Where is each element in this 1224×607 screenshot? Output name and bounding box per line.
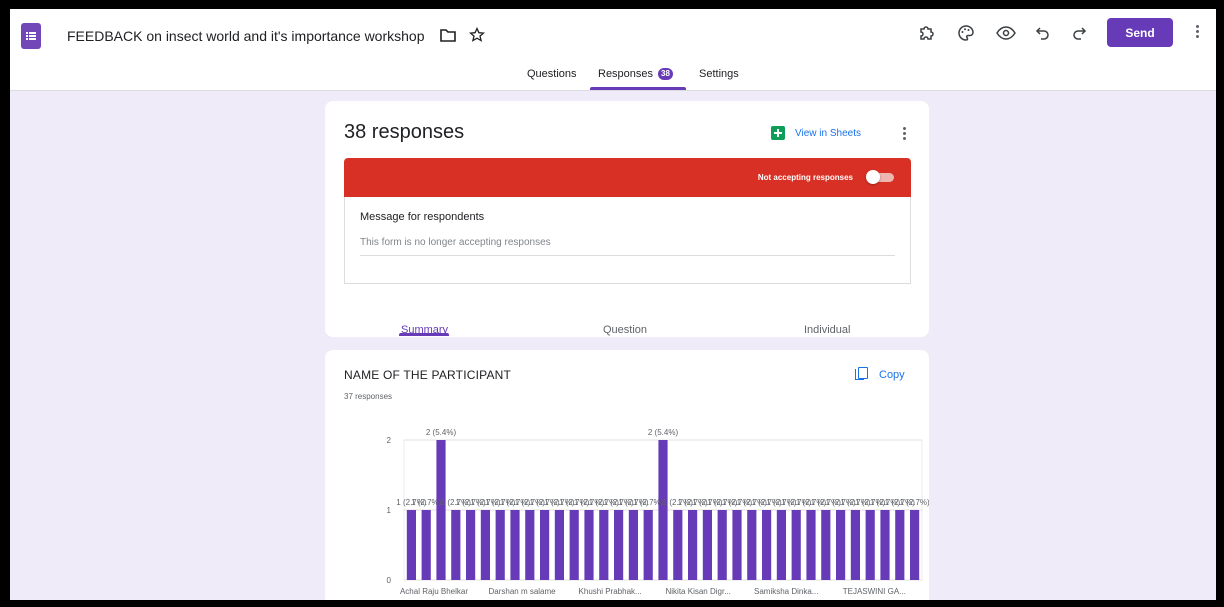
response-count: 38 responses xyxy=(344,121,465,143)
bar-data-label: 2 (5.4%) xyxy=(648,428,679,437)
addon-icon[interactable] xyxy=(916,22,938,44)
x-tick-label: Pratiksha sukhd... xyxy=(703,599,767,600)
x-tick-label: Achal Raju Bhelkar xyxy=(400,587,468,596)
subtab-indicator xyxy=(399,333,449,336)
bar xyxy=(895,510,905,580)
bar xyxy=(614,510,624,580)
bar xyxy=(836,510,846,580)
forms-icon[interactable] xyxy=(21,23,41,49)
bar xyxy=(658,440,668,580)
bar xyxy=(406,510,416,580)
palette-icon[interactable] xyxy=(955,22,977,44)
bar xyxy=(584,510,594,580)
bar xyxy=(776,510,786,580)
bar xyxy=(702,510,712,580)
bar-data-label: 1 (2.7%) xyxy=(633,498,664,507)
send-button[interactable]: Send xyxy=(1107,18,1173,47)
accepting-responses-label: Not accepting responses xyxy=(757,173,853,182)
bar xyxy=(480,510,490,580)
copy-button[interactable]: Copy xyxy=(855,367,905,382)
redo-icon[interactable] xyxy=(1068,22,1090,44)
bar xyxy=(554,510,564,580)
more-vert-icon[interactable] xyxy=(903,127,907,142)
x-tick-label: Harshala Ramda... xyxy=(525,599,592,600)
accepting-responses-toggle[interactable] xyxy=(866,170,894,184)
question-title: NAME OF THE PARTICIPANT xyxy=(344,368,512,382)
bar-data-label: 1 (2.7%) xyxy=(899,498,929,507)
message-input[interactable]: This form is no longer accepting respons… xyxy=(360,237,551,248)
bar xyxy=(421,510,431,580)
bar-data-label: 2 (5.4%) xyxy=(426,428,457,437)
copy-icon xyxy=(855,367,869,382)
x-tick-label: Khushi Prabhak... xyxy=(579,587,642,596)
bar xyxy=(436,440,446,580)
forms-editor-window: FEEDBACK on insect world and it's import… xyxy=(10,9,1216,600)
subtab-individual[interactable]: Individual xyxy=(804,324,850,336)
bar xyxy=(688,510,698,580)
x-tick-label: TEJASWINI GA... xyxy=(843,587,906,596)
bar xyxy=(865,510,875,580)
sheets-icon xyxy=(771,126,785,140)
subtab-question[interactable]: Question xyxy=(603,324,647,336)
bar xyxy=(495,510,505,580)
bar-data-label: 1 (2.7%) xyxy=(411,498,442,507)
x-tick-label: Sharda natthuji... xyxy=(793,599,853,600)
bar xyxy=(540,510,550,580)
message-for-respondents: Message for respondents This form is no … xyxy=(344,197,911,284)
bar xyxy=(466,510,476,580)
bar xyxy=(791,510,801,580)
x-tick-label: Samiksha Dinka... xyxy=(754,587,818,596)
view-in-sheets-label: View in Sheets xyxy=(795,127,861,139)
tab-responses[interactable]: Responses 38 xyxy=(598,68,673,80)
bar xyxy=(510,510,520,580)
bar xyxy=(806,510,816,580)
x-tick-label: Nikita Kisan Digr... xyxy=(666,587,731,596)
message-underline xyxy=(360,255,895,256)
star-icon[interactable] xyxy=(468,26,486,48)
active-tab-indicator xyxy=(590,87,686,90)
bar xyxy=(747,510,757,580)
bar xyxy=(643,510,653,580)
bar xyxy=(451,510,461,580)
bar xyxy=(850,510,860,580)
tab-settings[interactable]: Settings xyxy=(699,68,739,80)
x-tick-label: Mayuri rewatkar xyxy=(618,599,675,600)
bar xyxy=(732,510,742,580)
x-tick-label: Botany xyxy=(458,599,483,600)
question-summary-card: NAME OF THE PARTICIPANT 37 responses Cop… xyxy=(325,350,929,600)
x-tick-label: Darshan m salame xyxy=(488,587,556,596)
bar xyxy=(910,510,920,580)
top-app-bar: FEEDBACK on insect world and it's import… xyxy=(10,9,1216,91)
accepting-responses-banner: Not accepting responses xyxy=(344,158,911,197)
tab-questions[interactable]: Questions xyxy=(527,68,577,80)
bar xyxy=(762,510,772,580)
bar xyxy=(525,510,535,580)
view-in-sheets-button[interactable]: View in Sheets xyxy=(771,126,861,140)
question-response-count: 37 responses xyxy=(344,392,393,401)
bar xyxy=(821,510,831,580)
message-title: Message for respondents xyxy=(360,211,485,223)
folder-icon[interactable] xyxy=(440,28,456,47)
bar xyxy=(717,510,727,580)
x-tick-label: Yogita g... xyxy=(893,599,928,600)
bar xyxy=(673,510,683,580)
document-title[interactable]: FEEDBACK on insect world and it's import… xyxy=(67,28,425,44)
y-tick-label: 1 xyxy=(387,506,392,515)
bar xyxy=(569,510,579,580)
bar xyxy=(599,510,609,580)
copy-label: Copy xyxy=(879,368,905,381)
more-vert-icon[interactable] xyxy=(1196,25,1200,40)
tab-responses-label: Responses xyxy=(598,68,654,80)
responses-summary-card: 38 responses View in Sheets Not acceptin… xyxy=(325,101,929,337)
y-tick-label: 2 xyxy=(387,436,392,445)
preview-icon[interactable] xyxy=(995,22,1017,44)
y-tick-label: 0 xyxy=(387,576,392,585)
responses-count-badge: 38 xyxy=(658,68,673,80)
bar xyxy=(628,510,638,580)
bar xyxy=(880,510,890,580)
bar-chart: 0121 (2.7%)1 (2.7%)2 (5.4%)1 (2.7%)1 (2.… xyxy=(387,428,929,600)
undo-icon[interactable] xyxy=(1032,22,1054,44)
